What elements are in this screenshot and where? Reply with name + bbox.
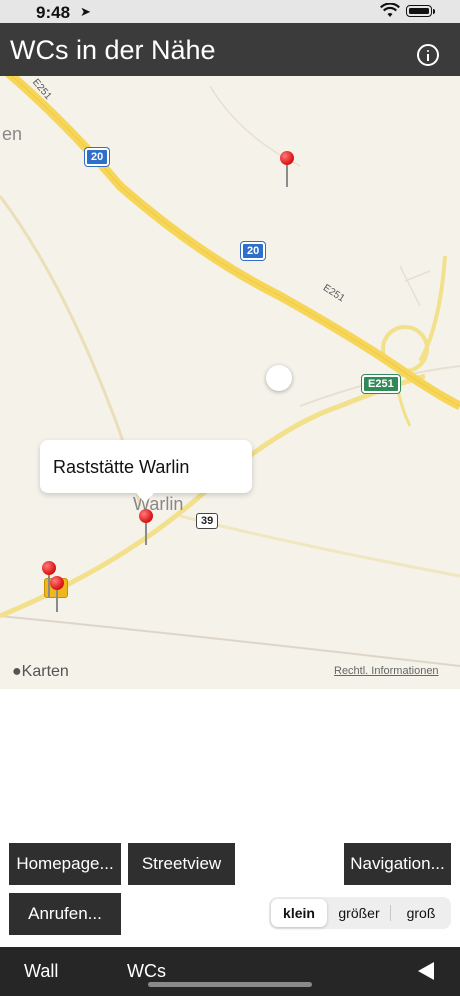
home-indicator[interactable] xyxy=(148,982,312,987)
location-arrow-icon: ➤ xyxy=(80,4,91,19)
map-pin[interactable] xyxy=(50,576,64,612)
segment-divider xyxy=(390,905,391,921)
wifi-icon xyxy=(380,3,400,17)
legal-info-link[interactable]: Rechtl. Informationen xyxy=(334,665,439,677)
maps-attribution-label: Karten xyxy=(21,663,69,680)
page-title: WCs in der Nähe xyxy=(10,35,216,65)
map-pin[interactable] xyxy=(280,151,294,187)
battery-tip xyxy=(433,9,435,14)
segment-gross[interactable]: groß xyxy=(393,899,449,927)
callout-tail xyxy=(136,493,154,503)
streetview-button[interactable]: Streetview xyxy=(128,843,235,885)
segment-groesser[interactable]: größer xyxy=(331,899,387,927)
map-pin-selected[interactable] xyxy=(139,509,153,545)
a20-shield: 20 xyxy=(241,242,266,260)
info-icon[interactable] xyxy=(417,44,439,66)
battery-icon xyxy=(406,5,432,17)
segment-klein[interactable]: klein xyxy=(271,899,327,927)
navigation-bar: WCs in der Nähe xyxy=(0,23,460,76)
tab-wcs[interactable]: WCs xyxy=(127,961,166,982)
maps-attribution: ●Karten xyxy=(12,663,69,681)
a20-shield: 20 xyxy=(85,148,110,166)
map-place-label-partial: en xyxy=(2,124,23,144)
map-view[interactable]: en E251 E251 20 20 E251 39 Warlin Rastst… xyxy=(0,76,460,689)
user-location-dot xyxy=(266,365,292,391)
apple-logo-icon: ● xyxy=(12,663,22,680)
status-time: 9:48 xyxy=(36,3,71,22)
homepage-button[interactable]: Homepage... xyxy=(9,843,121,885)
map-callout[interactable]: Raststätte Warlin xyxy=(40,440,252,493)
status-bar: 9:48 ➤ xyxy=(0,0,460,23)
e251-shield: E251 xyxy=(362,375,400,393)
callout-title: Raststätte Warlin xyxy=(53,457,190,477)
back-icon[interactable] xyxy=(418,962,434,980)
road-39-shield: 39 xyxy=(196,513,219,529)
navigation-button[interactable]: Navigation... xyxy=(344,843,451,885)
tab-wall[interactable]: Wall xyxy=(24,961,58,982)
call-button[interactable]: Anrufen... xyxy=(9,893,121,935)
bottom-toolbar: Wall WCs xyxy=(0,947,460,996)
size-segmented-control: klein größer groß xyxy=(269,897,451,929)
